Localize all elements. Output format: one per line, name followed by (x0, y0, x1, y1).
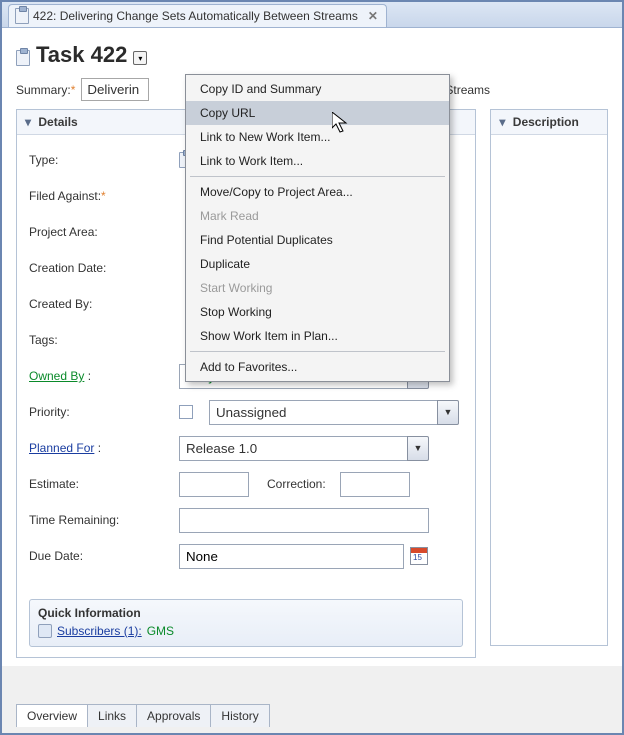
menu-item: Start Working (186, 276, 449, 300)
editor-tab-bar: 422: Delivering Change Sets Automaticall… (2, 2, 622, 28)
title-row: Task 422 ▾ (16, 38, 608, 78)
correction-input[interactable] (340, 472, 410, 497)
time-remaining-label: Time Remaining: (29, 513, 179, 527)
time-remaining-input[interactable] (179, 508, 429, 533)
menu-item[interactable]: Link to Work Item... (186, 149, 449, 173)
subscribers-icon (38, 624, 52, 638)
project-area-label: Project Area: (29, 225, 179, 239)
subscribers-link[interactable]: Subscribers (1): (57, 624, 142, 638)
priority-combo[interactable] (209, 400, 437, 425)
summary-trailing-text: Streams (445, 83, 490, 97)
priority-label: Priority: (29, 405, 179, 419)
planned-for-combo[interactable] (179, 436, 407, 461)
planned-for-row: Planned For : ▼ (29, 433, 463, 463)
menu-item: Mark Read (186, 204, 449, 228)
tab-links[interactable]: Links (87, 704, 137, 727)
page-title: Task 422 (36, 42, 127, 68)
tab-overview[interactable]: Overview (16, 704, 88, 727)
creation-date-label: Creation Date: (29, 261, 179, 275)
description-header[interactable]: ▾ Description (491, 110, 607, 135)
type-label: Type: (29, 153, 179, 167)
menu-item[interactable]: Copy ID and Summary (186, 77, 449, 101)
close-tab-icon[interactable]: ✕ (368, 9, 378, 23)
filed-against-label: Filed Against:* (29, 189, 179, 203)
description-body[interactable] (491, 135, 607, 645)
tags-label: Tags: (29, 333, 179, 347)
planned-for-label[interactable]: Planned For (29, 441, 94, 455)
estimate-label: Estimate: (29, 477, 179, 491)
owned-by-label[interactable]: Owned By (29, 369, 84, 383)
subscribers-value: GMS (147, 624, 174, 638)
estimate-row: Estimate: Correction: (29, 469, 463, 499)
priority-row: Priority: ▼ (29, 397, 463, 427)
menu-item[interactable]: Move/Copy to Project Area... (186, 180, 449, 204)
tab-approvals[interactable]: Approvals (136, 704, 211, 727)
calendar-icon[interactable] (410, 547, 428, 565)
description-section: ▾ Description (490, 109, 608, 646)
editor-tab[interactable]: 422: Delivering Change Sets Automaticall… (8, 4, 387, 27)
editor-tab-title: 422: Delivering Change Sets Automaticall… (33, 9, 358, 23)
created-by-label: Created By: (29, 297, 179, 311)
section-twisty-icon: ▾ (499, 115, 505, 129)
priority-icon (179, 405, 193, 419)
planned-for-dropdown-button[interactable]: ▼ (407, 436, 429, 461)
time-remaining-row: Time Remaining: (29, 505, 463, 535)
menu-item[interactable]: Stop Working (186, 300, 449, 324)
menu-item[interactable]: Copy URL (186, 101, 449, 125)
bottom-tab-bar: Overview Links Approvals History (16, 704, 269, 727)
task-icon (15, 8, 29, 24)
tab-history[interactable]: History (210, 704, 269, 727)
summary-input[interactable] (81, 78, 149, 101)
due-date-label: Due Date: (29, 549, 179, 563)
quick-info-section: Quick Information Subscribers (1): GMS (29, 599, 463, 647)
title-menu-button[interactable]: ▾ (133, 51, 147, 65)
menu-item[interactable]: Duplicate (186, 252, 449, 276)
details-title: Details (38, 115, 77, 129)
due-date-input[interactable] (179, 544, 404, 569)
menu-item[interactable]: Add to Favorites... (186, 355, 449, 379)
title-context-menu[interactable]: Copy ID and SummaryCopy URLLink to New W… (185, 74, 450, 382)
task-icon (16, 50, 30, 66)
description-title: Description (513, 115, 579, 129)
section-twisty-icon: ▾ (25, 115, 31, 129)
quick-info-title: Quick Information (38, 606, 454, 620)
due-date-row: Due Date: (29, 541, 463, 571)
priority-dropdown-button[interactable]: ▼ (437, 400, 459, 425)
summary-label: Summary:* (16, 83, 75, 97)
menu-item[interactable]: Link to New Work Item... (186, 125, 449, 149)
menu-item[interactable]: Show Work Item in Plan... (186, 324, 449, 348)
correction-label: Correction: (267, 477, 326, 491)
estimate-input[interactable] (179, 472, 249, 497)
menu-item[interactable]: Find Potential Duplicates (186, 228, 449, 252)
